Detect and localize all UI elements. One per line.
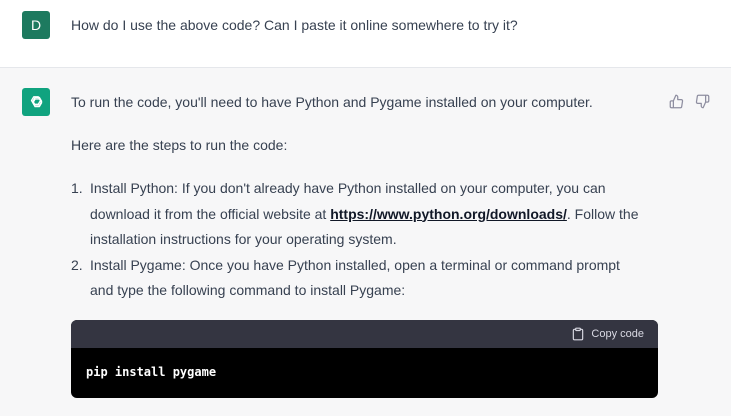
intro-paragraph: To run the code, you'll need to have Pyt…: [71, 94, 593, 110]
openai-logo-icon: [30, 96, 43, 108]
list-item: 1. Install Python: If you don't already …: [71, 176, 671, 253]
list-number: 1.: [71, 180, 83, 196]
step-2-line-1: Install Pygame: Once you have Python ins…: [90, 256, 620, 273]
step-1-line-1: Install Python: If you don't already hav…: [90, 180, 606, 196]
step-1-text-before-link: download it from the official website at: [90, 205, 331, 222]
thumbs-down-button[interactable]: [694, 93, 710, 109]
thumbs-down-icon: [695, 94, 709, 108]
assistant-message: To run the code, you'll need to have Pyt…: [0, 68, 731, 416]
assistant-avatar: [22, 88, 50, 116]
step-1-line-2: download it from the official website at…: [90, 202, 671, 228]
python-downloads-link[interactable]: https://www.python.org/downloads/: [330, 206, 567, 222]
steps-list: 1. Install Python: If you don't already …: [71, 176, 671, 304]
thumbs-up-button[interactable]: [668, 93, 684, 109]
user-message: D How do I use the above code? Can I pas…: [0, 0, 731, 68]
clipboard-icon: [573, 327, 584, 341]
code-block: Copy code pip install pygame: [71, 320, 658, 398]
copy-code-label: Copy code: [591, 328, 644, 340]
user-avatar: D: [22, 11, 50, 39]
code-block-header: Copy code: [71, 320, 658, 348]
step-1-line-3: installation instructions for your opera…: [90, 231, 397, 247]
steps-intro-paragraph: Here are the steps to run the code:: [71, 137, 288, 153]
list-number: 2.: [71, 256, 83, 273]
code-content: pip install pygame: [86, 365, 217, 379]
step-2-line-2: and type the following command to instal…: [90, 282, 406, 298]
list-item: 2. Install Pygame: Once you have Python …: [71, 253, 671, 304]
thumbs-up-icon: [669, 94, 683, 108]
step-1-text-after-link: . Follow the: [566, 205, 639, 222]
user-message-text: How do I use the above code? Can I paste…: [71, 17, 518, 33]
copy-code-button[interactable]: Copy code: [571, 326, 644, 342]
